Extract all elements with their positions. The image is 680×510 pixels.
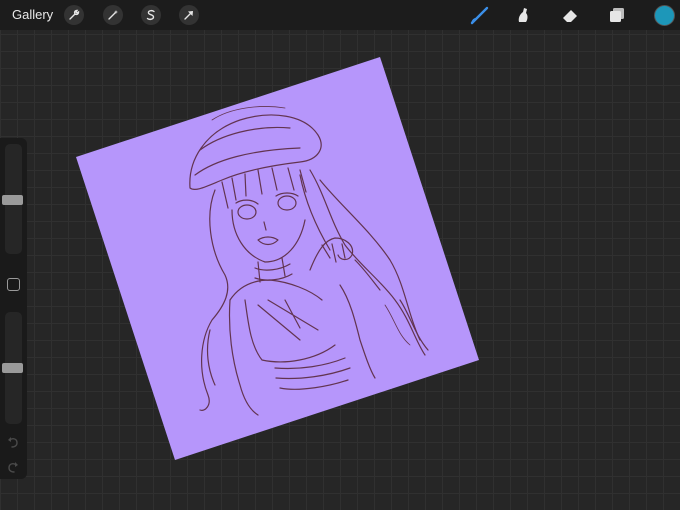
brush-icon[interactable] xyxy=(469,4,491,26)
current-color-swatch[interactable] xyxy=(654,5,675,26)
magic-wand-icon[interactable] xyxy=(103,5,123,25)
brush-size-slider[interactable] xyxy=(2,144,23,254)
selection-s-icon[interactable] xyxy=(141,5,161,25)
transform-arrow-icon[interactable] xyxy=(179,5,199,25)
brush-size-handle[interactable] xyxy=(2,195,23,205)
left-sidebar xyxy=(0,138,27,479)
layers-icon[interactable] xyxy=(606,4,628,26)
opacity-handle[interactable] xyxy=(2,363,23,373)
wrench-icon[interactable] xyxy=(64,5,84,25)
undo-icon[interactable] xyxy=(6,435,20,449)
smudge-icon[interactable] xyxy=(513,4,535,26)
redo-icon[interactable] xyxy=(6,460,20,474)
modify-button[interactable] xyxy=(7,278,20,291)
drawing-canvas[interactable] xyxy=(0,0,680,510)
artwork-paper xyxy=(76,57,479,460)
gallery-button[interactable]: Gallery xyxy=(12,7,53,22)
top-toolbar: Gallery xyxy=(0,0,680,30)
opacity-slider[interactable] xyxy=(2,312,23,424)
eraser-icon[interactable] xyxy=(559,4,581,26)
